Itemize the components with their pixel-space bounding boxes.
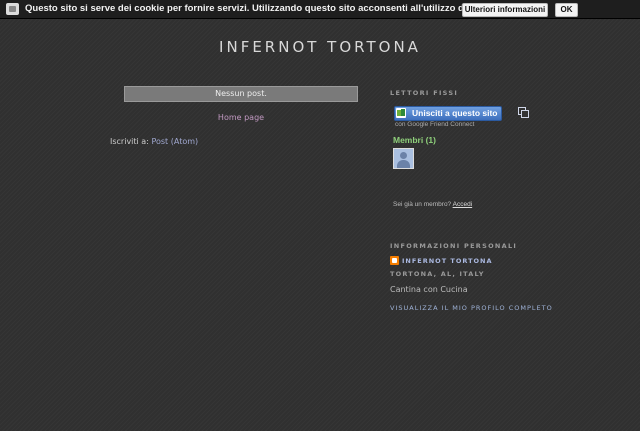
cookie-consent-bar: Questo sito si serve dei cookie per forn… xyxy=(0,0,640,19)
blogger-profile-icon xyxy=(390,256,399,265)
atom-feed-link[interactable]: Post (Atom) xyxy=(151,137,198,146)
profile-name-link[interactable]: INFERNOT TORTONA xyxy=(402,257,493,265)
subscribe-label: Iscriviti a: xyxy=(110,137,149,146)
no-posts-message: Nessun post. xyxy=(124,86,358,102)
profile-description: Cantina con Cucina xyxy=(390,285,468,294)
signin-line: Sei già un membro? Accedi xyxy=(393,201,472,208)
followers-heading: LETTORI FISSI xyxy=(390,89,459,97)
profile-heading: INFORMAZIONI PERSONALI xyxy=(390,242,518,250)
friend-connect-icon xyxy=(396,108,406,118)
member-avatar[interactable] xyxy=(393,148,414,169)
join-site-label: Unisciti a questo sito xyxy=(412,108,498,118)
full-profile-link[interactable]: VISUALIZZA IL MIO PROFILO COMPLETO xyxy=(390,304,553,312)
signin-prefix: Sei già un membro? xyxy=(393,201,452,208)
blog-title[interactable]: INFERNOT TORTONA xyxy=(0,38,640,56)
ok-button[interactable]: OK xyxy=(555,3,578,17)
members-count[interactable]: Membri (1) xyxy=(393,135,436,145)
subscribe-line: Iscriviti a: Post (Atom) xyxy=(110,137,198,146)
signin-link[interactable]: Accedi xyxy=(453,201,473,208)
cookie-notice-text: Questo sito si serve dei cookie per forn… xyxy=(25,3,508,14)
popout-icon[interactable] xyxy=(518,107,529,118)
join-site-button[interactable]: Unisciti a questo sito xyxy=(394,106,502,121)
profile-location: TORTONA, AL, ITALY xyxy=(390,270,485,278)
home-page-link[interactable]: Home page xyxy=(124,113,358,122)
more-info-button[interactable]: Ulteriori informazioni xyxy=(462,3,548,17)
friend-connect-caption: con Google Friend Connect xyxy=(395,121,475,128)
blogger-icon xyxy=(6,3,19,15)
